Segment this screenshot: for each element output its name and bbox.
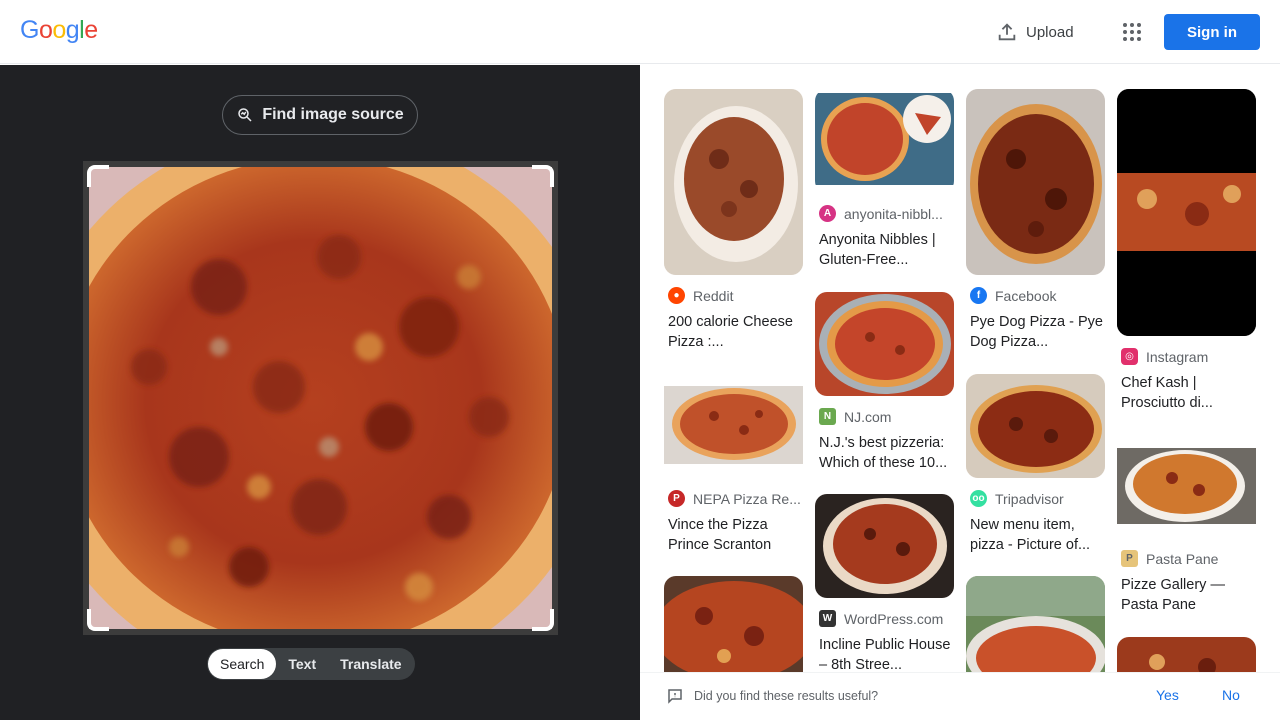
result-source: ◎ Instagram — [1117, 348, 1256, 365]
result-card[interactable]: oo Tripadvisor New menu item, pizza - Pi… — [966, 374, 1105, 555]
lens-mode-tabs: Search Text Translate — [207, 648, 415, 680]
feedback-icon — [668, 689, 682, 704]
result-title[interactable]: Pizze Gallery — Pasta Pane — [1117, 575, 1256, 615]
result-source-name: Reddit — [693, 287, 734, 304]
result-title[interactable]: 200 calorie Cheese Pizza :... — [664, 312, 803, 352]
result-source: W WordPress.com — [815, 610, 954, 627]
result-card[interactable]: W WordPress.com Incline Public House – 8… — [815, 494, 954, 672]
result-thumbnail — [815, 292, 954, 396]
result-thumbnail — [664, 374, 803, 478]
facebook-icon: f — [970, 287, 987, 304]
result-thumbnail — [664, 576, 803, 672]
sign-in-button[interactable]: Sign in — [1164, 14, 1260, 50]
visual-matches-panel: ● Reddit 200 calorie Cheese Pizza :... P… — [640, 65, 1280, 672]
nepa-pizza-icon: P — [668, 490, 685, 507]
result-source-name: Pasta Pane — [1146, 550, 1219, 567]
result-source: N NJ.com — [815, 408, 954, 425]
result-title[interactable]: Chef Kash | Prosciutto di... — [1117, 373, 1256, 413]
result-title[interactable]: New menu item, pizza - Picture of... — [966, 515, 1105, 555]
result-source: P NEPA Pizza Re... — [664, 490, 803, 507]
result-thumbnail — [815, 494, 954, 598]
tab-translate[interactable]: Translate — [328, 649, 413, 679]
upload-button[interactable]: Upload — [984, 12, 1086, 52]
logo-letter: o — [52, 16, 66, 44]
result-title[interactable]: Anyonita Nibbles | Gluten-Free... — [815, 230, 954, 270]
result-source: P Pasta Pane — [1117, 550, 1256, 567]
query-pizza-image — [89, 167, 552, 629]
find-image-source-button[interactable]: Find image source — [222, 95, 418, 135]
result-source-name: WordPress.com — [844, 610, 944, 627]
query-image-panel: Find image source Search Text Translate — [0, 65, 640, 720]
tab-text[interactable]: Text — [276, 649, 328, 679]
result-thumbnail — [664, 89, 803, 275]
result-card[interactable] — [966, 576, 1105, 672]
pasta-pane-icon: P — [1121, 550, 1138, 567]
result-title[interactable]: N.J.'s best pizzeria: Which of these 10.… — [815, 433, 954, 473]
result-source-name: Instagram — [1146, 348, 1209, 365]
logo-letter: o — [38, 16, 53, 44]
find-image-source-label: Find image source — [262, 106, 404, 123]
result-title[interactable]: Vince the Pizza Prince Scranton — [664, 515, 803, 555]
result-title[interactable]: Incline Public House – 8th Stree... — [815, 635, 954, 672]
result-source: f Facebook — [966, 287, 1105, 304]
result-thumbnail — [966, 374, 1105, 478]
google-apps-button[interactable] — [1112, 12, 1152, 52]
apps-grid-icon — [1123, 23, 1141, 41]
crop-handle-bottom-right[interactable] — [532, 609, 554, 631]
result-source-name: NEPA Pizza Re... — [693, 490, 801, 507]
result-card[interactable]: P Pasta Pane Pizze Gallery — Pasta Pane — [1117, 434, 1256, 615]
result-source-name: Facebook — [995, 287, 1057, 304]
crop-selection-area[interactable] — [83, 161, 558, 635]
result-card[interactable] — [1117, 637, 1256, 672]
result-thumbnail — [966, 89, 1105, 275]
wordpress-icon: W — [819, 610, 836, 627]
feedback-question: Did you find these results useful? — [694, 689, 879, 703]
google-logo[interactable]: Google — [20, 16, 98, 45]
result-thumbnail — [1117, 89, 1256, 336]
result-source: A anyonita-nibbl... — [815, 205, 954, 222]
feedback-yes-button[interactable]: Yes — [1156, 687, 1179, 703]
result-source: oo Tripadvisor — [966, 490, 1105, 507]
crop-handle-top-right[interactable] — [532, 165, 554, 187]
feedback-no-button[interactable]: No — [1222, 687, 1240, 703]
result-card[interactable] — [664, 576, 803, 672]
image-search-icon — [238, 108, 252, 122]
result-title[interactable]: Pye Dog Pizza - Pye Dog Pizza... — [966, 312, 1105, 352]
result-source-name: Tripadvisor — [995, 490, 1064, 507]
result-thumbnail — [1117, 637, 1256, 672]
feedback-bar: Did you find these results useful? Yes N… — [640, 672, 1280, 720]
top-bar: Google Upload Sign in — [0, 0, 1280, 64]
result-source-name: anyonita-nibbl... — [844, 205, 943, 222]
result-source: ● Reddit — [664, 287, 803, 304]
crop-handle-top-left[interactable] — [87, 165, 109, 187]
logo-letter: e — [84, 16, 98, 44]
result-card[interactable]: f Facebook Pye Dog Pizza - Pye Dog Pizza… — [966, 89, 1105, 352]
tripadvisor-icon: oo — [970, 490, 987, 507]
result-thumbnail — [1117, 434, 1256, 538]
logo-letter: G — [20, 16, 39, 44]
result-card[interactable]: N NJ.com N.J.'s best pizzeria: Which of … — [815, 292, 954, 473]
result-card[interactable]: ● Reddit 200 calorie Cheese Pizza :... — [664, 89, 803, 352]
result-card[interactable]: P NEPA Pizza Re... Vince the Pizza Princ… — [664, 374, 803, 555]
anyonita-icon: A — [819, 205, 836, 222]
result-thumbnail — [966, 576, 1105, 672]
upload-label: Upload — [1026, 23, 1074, 41]
njcom-icon: N — [819, 408, 836, 425]
crop-handle-bottom-left[interactable] — [87, 609, 109, 631]
result-thumbnail — [815, 89, 954, 193]
result-card[interactable]: A anyonita-nibbl... Anyonita Nibbles | G… — [815, 89, 954, 270]
result-card[interactable]: ◎ Instagram Chef Kash | Prosciutto di... — [1117, 89, 1256, 413]
tab-search[interactable]: Search — [208, 649, 277, 679]
instagram-icon: ◎ — [1121, 348, 1138, 365]
reddit-icon: ● — [668, 287, 685, 304]
logo-letter: g — [65, 16, 80, 44]
upload-icon — [998, 23, 1016, 41]
result-source-name: NJ.com — [844, 408, 892, 425]
